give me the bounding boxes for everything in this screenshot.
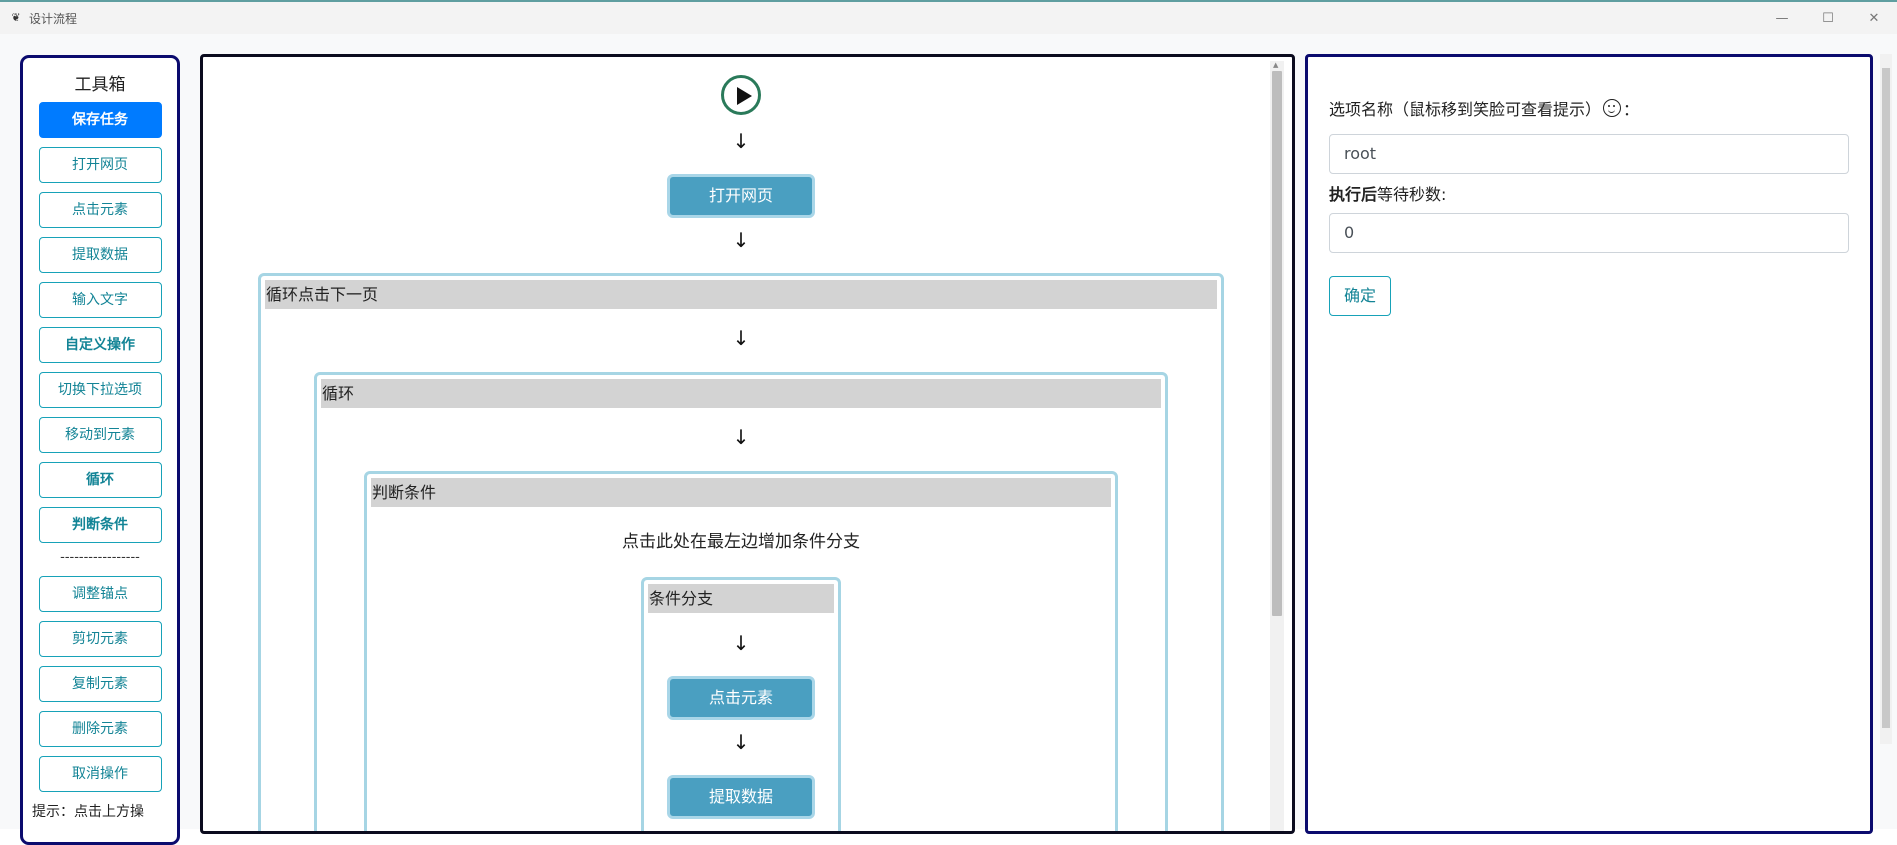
wait-seconds-label-bold: 执行后 <box>1329 185 1378 204</box>
maximize-icon[interactable]: ☐ <box>1805 2 1851 34</box>
move-to-element-button[interactable]: 移动到元素 <box>38 417 162 453</box>
main-content: 工具箱 保存任务 打开网页 点击元素 提取数据 输入文字 自定义操作 切换下拉选… <box>0 34 1897 845</box>
title-bar: ❦ 设计流程 — ☐ ✕ <box>0 2 1897 34</box>
close-icon[interactable]: ✕ <box>1851 2 1897 34</box>
window-title: 设计流程 <box>29 11 78 26</box>
custom-action-button[interactable]: 自定义操作 <box>38 327 162 363</box>
flow-arrow: ↓ <box>732 730 750 754</box>
condition-header: 判断条件 <box>371 478 1111 507</box>
toolbox-panel: 工具箱 保存任务 打开网页 点击元素 提取数据 输入文字 自定义操作 切换下拉选… <box>20 55 180 845</box>
delete-element-button[interactable]: 删除元素 <box>38 711 162 747</box>
copy-element-button[interactable]: 复制元素 <box>38 666 162 702</box>
extract-data-button[interactable]: 提取数据 <box>38 237 162 273</box>
wait-seconds-input[interactable]: 0 <box>1329 213 1849 253</box>
wait-seconds-label: 执行后等待秒数: <box>1329 181 1446 205</box>
page-scrollbar-thumb[interactable] <box>1882 68 1890 728</box>
flow-node-extract-data[interactable]: 提取数据 <box>667 775 815 819</box>
condition-button[interactable]: 判断条件 <box>38 507 162 543</box>
flow-node-open-page[interactable]: 打开网页 <box>667 174 815 218</box>
wait-seconds-label-rest: 等待秒数: <box>1377 185 1447 204</box>
option-name-label: 选项名称（鼠标移到笑脸可查看提示） ： <box>1329 96 1639 120</box>
app-icon: ❦ <box>11 11 21 24</box>
page-scrollbar[interactable] <box>1880 54 1892 744</box>
branch-header: 条件分支 <box>648 584 834 613</box>
toolbox-hint: 提示：点击上方操 <box>32 804 144 820</box>
flow-panel: ↓ 打开网页 ↓ 循环点击下一页 ↓ 循环 ↓ 判断条件 点击此处在最左边增加条… <box>200 54 1295 834</box>
loop-header: 循环 <box>321 379 1161 408</box>
option-name-label-suffix: ： <box>1623 100 1640 119</box>
save-task-button[interactable]: 保存任务 <box>38 102 162 138</box>
scroll-up-icon[interactable]: ▲ <box>1273 61 1278 69</box>
option-name-input[interactable]: root <box>1329 134 1849 174</box>
loop-next-page-header: 循环点击下一页 <box>265 280 1217 309</box>
options-panel: 选项名称（鼠标移到笑脸可查看提示） ： root 执行后等待秒数: 0 确定 <box>1305 54 1873 834</box>
flow-scrollbar[interactable]: ▲ <box>1270 61 1284 831</box>
flow-arrow: ↓ <box>732 129 750 153</box>
switch-dropdown-button[interactable]: 切换下拉选项 <box>38 372 162 408</box>
flow-scrollbar-thumb[interactable] <box>1272 71 1282 616</box>
smiley-help-icon[interactable] <box>1603 99 1622 117</box>
flow-node-click-element[interactable]: 点击元素 <box>667 676 815 720</box>
click-element-button[interactable]: 点击元素 <box>38 192 162 228</box>
confirm-button[interactable]: 确定 <box>1329 276 1391 316</box>
cancel-action-button[interactable]: 取消操作 <box>38 756 162 792</box>
window-controls: — ☐ ✕ <box>1759 2 1897 34</box>
flow-arrow: ↓ <box>732 425 750 449</box>
flow-arrow: ↓ <box>732 228 750 252</box>
loop-button[interactable]: 循环 <box>38 462 162 498</box>
flow-arrow: ↓ <box>732 326 750 350</box>
input-text-button[interactable]: 输入文字 <box>38 282 162 318</box>
minimize-icon[interactable]: — <box>1759 2 1805 34</box>
adjust-anchor-button[interactable]: 调整锚点 <box>38 576 162 612</box>
option-name-label-text: 选项名称（鼠标移到笑脸可查看提示） <box>1329 100 1602 119</box>
open-page-button[interactable]: 打开网页 <box>38 147 162 183</box>
flow-arrow: ↓ <box>732 631 750 655</box>
play-icon[interactable] <box>721 75 761 115</box>
cut-element-button[interactable]: 剪切元素 <box>38 621 162 657</box>
toolbox-title: 工具箱 <box>74 75 126 95</box>
toolbox-divider: ----------------- <box>60 550 140 565</box>
add-branch-hint[interactable]: 点击此处在最左边增加条件分支 <box>368 527 1114 552</box>
